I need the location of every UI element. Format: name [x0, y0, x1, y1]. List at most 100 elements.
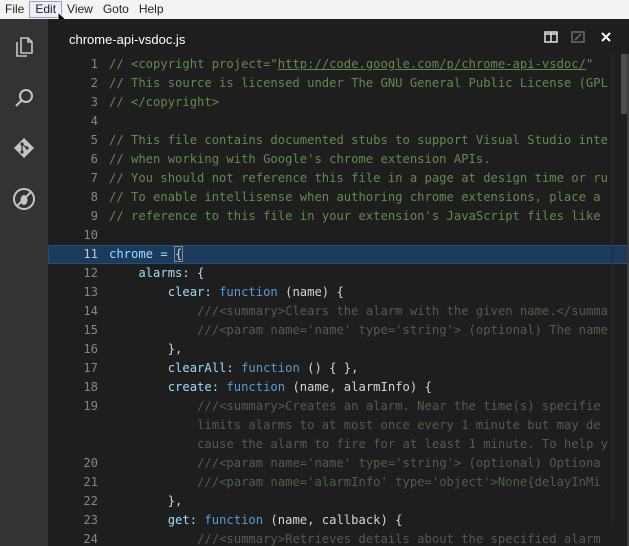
- line-number: 19: [83, 399, 98, 413]
- code-token: get:: [109, 513, 205, 527]
- code-text: ///<summary>Clears the alarm with the gi…: [109, 302, 608, 321]
- line-number: 15: [83, 323, 98, 337]
- line-number: 1: [90, 57, 98, 71]
- code-line[interactable]: 5 // This file contains documented stubs …: [48, 131, 629, 150]
- code-line[interactable]: 20 ///<param name='name' type='string'> …: [48, 454, 629, 473]
- code-line[interactable]: 14 ///<summary>Clears the alarm with the…: [48, 302, 629, 321]
- line-number: 16: [83, 342, 98, 356]
- code-line[interactable]: 16 },: [48, 340, 629, 359]
- code-line[interactable]: 3 // </copyright>: [48, 93, 629, 112]
- code-token: ///<param name='name' type='string'> (op…: [197, 456, 601, 470]
- code-token: cause the alarm to fire for at least 1 m…: [197, 437, 608, 451]
- line-number: 6: [90, 152, 98, 166]
- line-number: 12: [83, 266, 98, 280]
- code-text: ///<param name='name' type='string'> (op…: [109, 321, 608, 340]
- line-number: 4: [90, 114, 98, 128]
- code-editor[interactable]: 1 // <copyright project="http://code.goog…: [48, 54, 629, 546]
- menu-file[interactable]: File: [0, 1, 29, 18]
- line-number: 9: [90, 209, 98, 223]
- code-token: function: [219, 285, 278, 299]
- code-token: // reference to this file in your extens…: [109, 209, 601, 223]
- code-token: ///<summary>Clears the alarm with the gi…: [197, 304, 608, 318]
- close-icon[interactable]: [598, 29, 614, 45]
- code-line[interactable]: 2 // This source is licensed under The GN…: [48, 74, 629, 93]
- code-text: // reference to this file in your extens…: [109, 207, 601, 226]
- code-token: ///<summary>Creates an alarm. Near the t…: [197, 399, 601, 413]
- line-number: 10: [83, 228, 98, 242]
- code-token: (name, callback) {: [263, 513, 403, 527]
- line-number: 14: [83, 304, 98, 318]
- menu-goto[interactable]: Goto: [98, 1, 134, 18]
- line-number: 13: [83, 285, 98, 299]
- code-token: function: [204, 513, 264, 527]
- line-number: 11: [83, 247, 98, 261]
- code-token: },: [109, 494, 183, 508]
- code-text: get: function (name, callback) {: [109, 511, 403, 530]
- code-line[interactable]: 10: [48, 226, 629, 245]
- code-line[interactable]: 11 chrome = {: [48, 245, 629, 264]
- code-token: ///<summary>Retrieves details about the …: [197, 532, 601, 546]
- line-number: 7: [90, 171, 98, 185]
- code-line[interactable]: 19 ///<summary>Creates an alarm. Near th…: [48, 397, 629, 416]
- code-line[interactable]: 15 ///<param name='name' type='string'> …: [48, 321, 629, 340]
- code-line[interactable]: 13 clear: function (name) {: [48, 283, 629, 302]
- code-text: // </copyright>: [109, 93, 219, 112]
- code-line[interactable]: 4: [48, 112, 629, 131]
- activity-bar: [0, 19, 48, 546]
- code-line[interactable]: 23 get: function (name, callback) {: [48, 511, 629, 530]
- open-changes-icon[interactable]: [570, 29, 586, 45]
- file-title[interactable]: chrome-api-vsdoc.js: [69, 32, 185, 47]
- code-line[interactable]: 17 clearAll: function () { },: [48, 359, 629, 378]
- code-line[interactable]: 18 create: function (name, alarmInfo) {: [48, 378, 629, 397]
- code-line[interactable]: 22 },: [48, 492, 629, 511]
- code-text: },: [109, 340, 183, 359]
- code-text: ///<param name='alarmInfo' type='object'…: [109, 473, 601, 492]
- code-text: // You should not reference this file in…: [109, 169, 608, 188]
- code-token: () { },: [299, 361, 359, 375]
- split-editor-icon[interactable]: [543, 29, 559, 45]
- code-token: // This file contains documented stubs t…: [109, 133, 608, 147]
- git-icon[interactable]: [10, 134, 38, 162]
- code-token: // To enable intellisense when authoring…: [109, 190, 608, 204]
- code-line[interactable]: 6 // when working with Google's chrome ex…: [48, 150, 629, 169]
- menu-help[interactable]: Help: [134, 1, 169, 18]
- line-number: 5: [90, 133, 98, 147]
- search-icon[interactable]: [10, 84, 38, 112]
- vertical-scrollbar[interactable]: [612, 54, 627, 524]
- code-line[interactable]: limits alarms to at most once every 1 mi…: [48, 416, 629, 435]
- code-token: function: [226, 380, 286, 394]
- code-text: // To enable intellisense when authoring…: [109, 188, 608, 207]
- code-line[interactable]: 21 ///<param name='alarmInfo' type='obje…: [48, 473, 629, 492]
- code-token: {: [173, 246, 184, 262]
- code-line[interactable]: 12 alarms: {: [48, 264, 629, 283]
- code-line[interactable]: 8 // To enable intellisense when authorin…: [48, 188, 629, 207]
- code-token: ///<param name='name' type='string'> (op…: [197, 323, 608, 337]
- line-number: 2: [90, 76, 98, 90]
- code-token: // </copyright>: [109, 95, 220, 109]
- code-text: ///<summary>Creates an alarm. Near the t…: [109, 397, 601, 416]
- code-token: (name) {: [277, 285, 344, 299]
- code-token: },: [109, 342, 183, 356]
- code-line[interactable]: 7 // You should not reference this file i…: [48, 169, 629, 188]
- line-number: 23: [83, 513, 98, 527]
- code-line[interactable]: cause the alarm to fire for at least 1 m…: [48, 435, 629, 454]
- code-text: cause the alarm to fire for at least 1 m…: [109, 435, 608, 454]
- code-line[interactable]: 1 // <copyright project="http://code.goog…: [48, 55, 629, 74]
- line-number: 21: [83, 475, 98, 489]
- files-icon[interactable]: [10, 33, 38, 61]
- code-text: ///<summary>Retrieves details about the …: [109, 530, 601, 546]
- code-line[interactable]: 9 // reference to this file in your exten…: [48, 207, 629, 226]
- code-text: // <copyright project="http://code.googl…: [109, 55, 601, 74]
- code-line[interactable]: 24 ///<summary>Retrieves details about t…: [48, 530, 629, 546]
- debug-icon[interactable]: [10, 185, 38, 213]
- code-text: ///<param name='name' type='string'> (op…: [109, 454, 601, 473]
- code-token: ": [585, 57, 601, 71]
- code-token: http://code.google.com/p/chrome-api-vsdo…: [277, 57, 586, 71]
